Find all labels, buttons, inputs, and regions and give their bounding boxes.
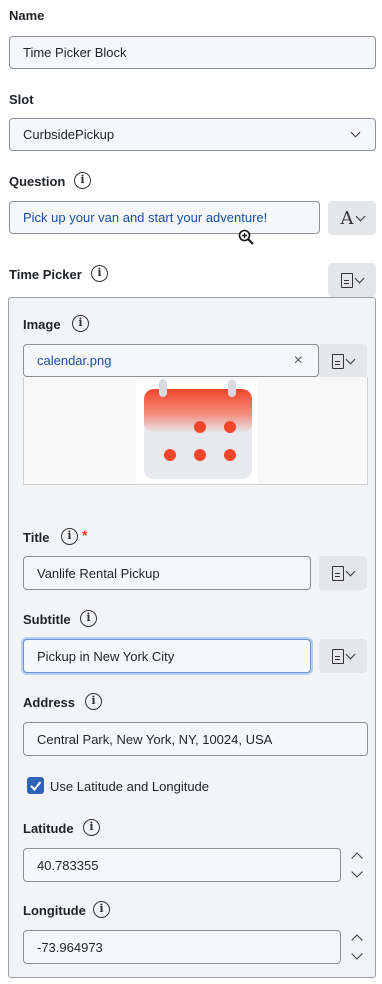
latitude-label: Latitude (23, 821, 74, 836)
chevron-down-icon (355, 211, 365, 221)
chevron-up-icon[interactable] (351, 934, 363, 946)
latitude-input[interactable]: 40.783355 (23, 848, 341, 882)
time-picker-panel: Image i calendar.png × Title i * Vanlife… (8, 297, 376, 978)
subtitle-source-button[interactable] (319, 639, 367, 673)
name-input[interactable]: Time Picker Block (9, 36, 376, 69)
slot-value: CurbsidePickup (23, 127, 115, 142)
title-source-button[interactable] (319, 556, 367, 590)
image-input[interactable]: calendar.png × (23, 344, 319, 377)
chevron-down-icon[interactable] (351, 948, 363, 960)
title-input[interactable]: Vanlife Rental Pickup (23, 556, 311, 590)
time-picker-source-button[interactable] (328, 263, 376, 297)
text-format-button[interactable]: A (328, 201, 376, 235)
name-label: Name (9, 8, 45, 23)
info-icon[interactable]: i (61, 528, 78, 545)
document-icon (332, 565, 344, 581)
text-format-icon: A (340, 207, 354, 229)
time-picker-label: Time Picker (9, 267, 82, 282)
latitude-stepper[interactable] (350, 850, 364, 880)
subtitle-input[interactable]: Pickup in New York City (23, 639, 311, 673)
image-label: Image (23, 317, 61, 332)
use-lat-long-checkbox[interactable] (27, 777, 44, 794)
document-icon (341, 272, 353, 288)
image-filename: calendar.png (37, 353, 112, 368)
title-label: Title (23, 530, 50, 545)
subtitle-label: Subtitle (23, 612, 71, 627)
longitude-stepper[interactable] (350, 932, 364, 962)
chevron-down-icon (354, 273, 365, 283)
clear-icon[interactable]: × (294, 352, 303, 370)
chevron-down-icon (350, 127, 361, 138)
use-lat-long-label: Use Latitude and Longitude (50, 779, 210, 794)
info-icon[interactable]: i (93, 901, 110, 918)
chevron-down-icon (345, 566, 356, 576)
document-icon (332, 353, 344, 369)
chevron-up-icon[interactable] (351, 852, 363, 864)
chevron-down-icon (345, 649, 356, 659)
address-label: Address (23, 695, 76, 710)
info-icon[interactable]: i (74, 172, 91, 189)
longitude-input[interactable]: -73.964973 (23, 930, 341, 964)
image-source-button[interactable] (319, 344, 367, 378)
info-icon[interactable]: i (72, 315, 89, 332)
question-input[interactable]: Pick up your van and start your adventur… (9, 201, 320, 234)
longitude-label: Longitude (23, 903, 86, 918)
info-icon[interactable]: i (80, 610, 97, 627)
zoom-cursor-icon (238, 229, 254, 245)
info-icon[interactable]: i (91, 265, 108, 282)
document-icon (332, 648, 344, 664)
slot-select[interactable]: CurbsidePickup (9, 118, 376, 151)
required-mark: * (82, 527, 88, 543)
chevron-down-icon[interactable] (351, 866, 363, 878)
info-icon[interactable]: i (83, 819, 100, 836)
calendar-image (136, 379, 258, 483)
chevron-down-icon (345, 354, 356, 364)
question-label: Question (9, 174, 66, 189)
slot-label: Slot (9, 92, 34, 107)
image-preview (23, 377, 368, 485)
checkmark-icon (30, 781, 42, 791)
address-input[interactable]: Central Park, New York, NY, 10024, USA (23, 722, 368, 756)
info-icon[interactable]: i (85, 693, 102, 710)
